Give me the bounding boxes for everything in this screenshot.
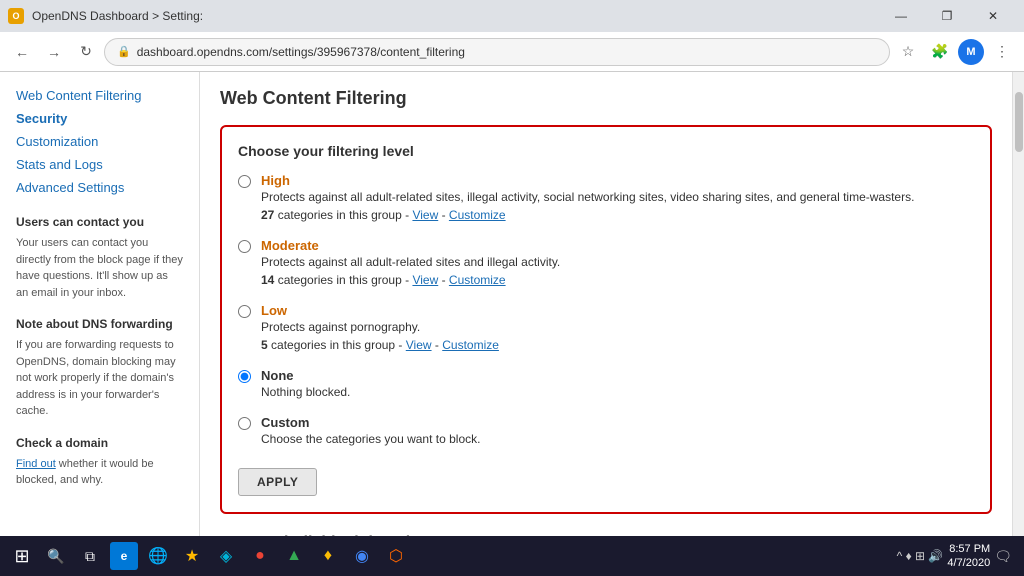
time: 8:57 PM (947, 542, 990, 556)
check-title: Check a domain (16, 436, 183, 450)
lock-icon: 🔒 (117, 45, 131, 58)
filter-label-custom[interactable]: Custom (261, 415, 309, 430)
contact-body: Your users can contact you directly from… (16, 235, 183, 301)
minimize-button[interactable]: — (878, 0, 924, 32)
app3-icon[interactable]: ★ (178, 542, 206, 570)
high-count: 27 (261, 208, 274, 222)
ie-icon[interactable]: 🌐 (144, 542, 172, 570)
filter-label-none[interactable]: None (261, 368, 294, 383)
filter-option-content-none: None Nothing blocked. (261, 368, 350, 401)
window-title: OpenDNS Dashboard > Setting: (32, 9, 870, 23)
search-button[interactable]: 🔍 (42, 542, 70, 570)
clock[interactable]: 8:57 PM 4/7/2020 (947, 542, 990, 571)
nav-actions: ☆ 🧩 M ⋮ (894, 38, 1016, 66)
maximize-button[interactable]: ❐ (924, 0, 970, 32)
filter-desc-custom: Choose the categories you want to block. (261, 430, 480, 448)
sidebar-item-security[interactable]: Security (0, 107, 199, 130)
page-title: Web Content Filtering (220, 88, 992, 109)
filter-option-moderate: Moderate Protects against all adult-rela… (238, 238, 974, 289)
start-button[interactable]: ⊞ (8, 542, 36, 570)
reload-button[interactable]: ↻ (72, 38, 100, 66)
sidebar-contact-section: Users can contact you Your users can con… (0, 215, 199, 301)
apply-button[interactable]: APPLY (238, 468, 317, 496)
extensions-button[interactable]: 🧩 (926, 38, 954, 66)
browser-content: Web Content Filtering Security Customiza… (0, 72, 1024, 536)
notification-icon[interactable]: 🗨 (994, 548, 1012, 565)
filter-radio-low[interactable] (238, 305, 251, 318)
sidebar-item-stats-logs[interactable]: Stats and Logs (0, 153, 199, 176)
filter-label-high[interactable]: High (261, 173, 290, 188)
forward-button[interactable]: → (40, 38, 68, 66)
sidebar-check-section: Check a domain Find out whether it would… (0, 436, 199, 489)
moderate-count: 14 (261, 273, 274, 287)
sidebar-item-web-content-filtering[interactable]: Web Content Filtering (0, 84, 199, 107)
url-text: dashboard.opendns.com/settings/395967378… (137, 45, 465, 59)
navigation-bar: ← → ↻ 🔒 dashboard.opendns.com/settings/3… (0, 32, 1024, 72)
filter-radio-high[interactable] (238, 175, 251, 188)
high-customize-link[interactable]: Customize (449, 208, 506, 222)
date: 4/7/2020 (947, 556, 990, 570)
filter-option-content-moderate: Moderate Protects against all adult-rela… (261, 238, 560, 289)
app9-icon[interactable]: ⬡ (382, 542, 410, 570)
taskbar-right: ^ ♦ ⊞ 🔊 8:57 PM 4/7/2020 🗨 (897, 542, 1016, 571)
filter-option-content-custom: Custom Choose the categories you want to… (261, 415, 480, 448)
task-view-button[interactable]: ⧉ (76, 542, 104, 570)
sidebar-dns-section: Note about DNS forwarding If you are for… (0, 317, 199, 420)
account-button[interactable]: M (958, 39, 984, 65)
dns-body: If you are forwarding requests to OpenDN… (16, 337, 183, 420)
contact-title: Users can contact you (16, 215, 183, 229)
taskbar-left: ⊞ 🔍 ⧉ e 🌐 ★ ◈ ● ▲ ♦ ◉ ⬡ (8, 542, 410, 570)
filter-option-low: Low Protects against pornography. 5 cate… (238, 303, 974, 354)
filter-radio-moderate[interactable] (238, 240, 251, 253)
app5-icon[interactable]: ● (246, 542, 274, 570)
taskbar: ⊞ 🔍 ⧉ e 🌐 ★ ◈ ● ▲ ♦ ◉ ⬡ ^ ♦ ⊞ 🔊 8:57 PM … (0, 536, 1024, 576)
filter-radio-none[interactable] (238, 370, 251, 383)
sidebar-item-customization[interactable]: Customization (0, 130, 199, 153)
filter-desc-none: Nothing blocked. (261, 383, 350, 401)
filter-option-none: None Nothing blocked. (238, 368, 974, 401)
low-view-link[interactable]: View (406, 338, 432, 352)
high-view-link[interactable]: View (412, 208, 438, 222)
address-bar[interactable]: 🔒 dashboard.opendns.com/settings/3959673… (104, 38, 890, 66)
filter-desc-high: Protects against all adult-related sites… (261, 188, 914, 224)
filter-option-content-high: High Protects against all adult-related … (261, 173, 914, 224)
main-content: Web Content Filtering Choose your filter… (200, 72, 1012, 536)
moderate-customize-link[interactable]: Customize (449, 273, 506, 287)
find-out-link[interactable]: Find out (16, 458, 56, 470)
filter-label-moderate[interactable]: Moderate (261, 238, 319, 253)
scrollbar[interactable] (1012, 72, 1024, 536)
filter-desc-low: Protects against pornography. 5 categori… (261, 318, 499, 354)
moderate-view-link[interactable]: View (412, 273, 438, 287)
filter-option-custom: Custom Choose the categories you want to… (238, 415, 974, 448)
bookmark-button[interactable]: ☆ (894, 38, 922, 66)
filter-desc-moderate: Protects against all adult-related sites… (261, 253, 560, 289)
scroll-thumb[interactable] (1015, 92, 1023, 152)
sidebar-item-advanced-settings[interactable]: Advanced Settings (0, 176, 199, 199)
edge-icon[interactable]: e (110, 542, 138, 570)
filter-label-low[interactable]: Low (261, 303, 287, 318)
app7-icon[interactable]: ♦ (314, 542, 342, 570)
filter-heading: Choose your filtering level (238, 143, 974, 159)
back-button[interactable]: ← (8, 38, 36, 66)
menu-button[interactable]: ⋮ (988, 38, 1016, 66)
low-count: 5 (261, 338, 268, 352)
app6-icon[interactable]: ▲ (280, 542, 308, 570)
app8-icon[interactable]: ◉ (348, 542, 376, 570)
system-tray: ^ ♦ ⊞ 🔊 (897, 549, 944, 563)
check-body: Find out whether it would be blocked, an… (16, 456, 183, 489)
app4-icon[interactable]: ◈ (212, 542, 240, 570)
sidebar: Web Content Filtering Security Customiza… (0, 72, 200, 536)
caption-controls: — ❐ ✕ (878, 0, 1016, 32)
window-caption: O OpenDNS Dashboard > Setting: — ❐ ✕ (0, 0, 1024, 32)
filter-option-high: High Protects against all adult-related … (238, 173, 974, 224)
filter-option-content-low: Low Protects against pornography. 5 cate… (261, 303, 499, 354)
filter-box: Choose your filtering level High Protect… (220, 125, 992, 514)
close-button[interactable]: ✕ (970, 0, 1016, 32)
filter-radio-custom[interactable] (238, 417, 251, 430)
tab-favicon: O (8, 8, 24, 24)
dns-title: Note about DNS forwarding (16, 317, 183, 331)
browser-window: O OpenDNS Dashboard > Setting: — ❐ ✕ ← →… (0, 0, 1024, 576)
low-customize-link[interactable]: Customize (442, 338, 499, 352)
